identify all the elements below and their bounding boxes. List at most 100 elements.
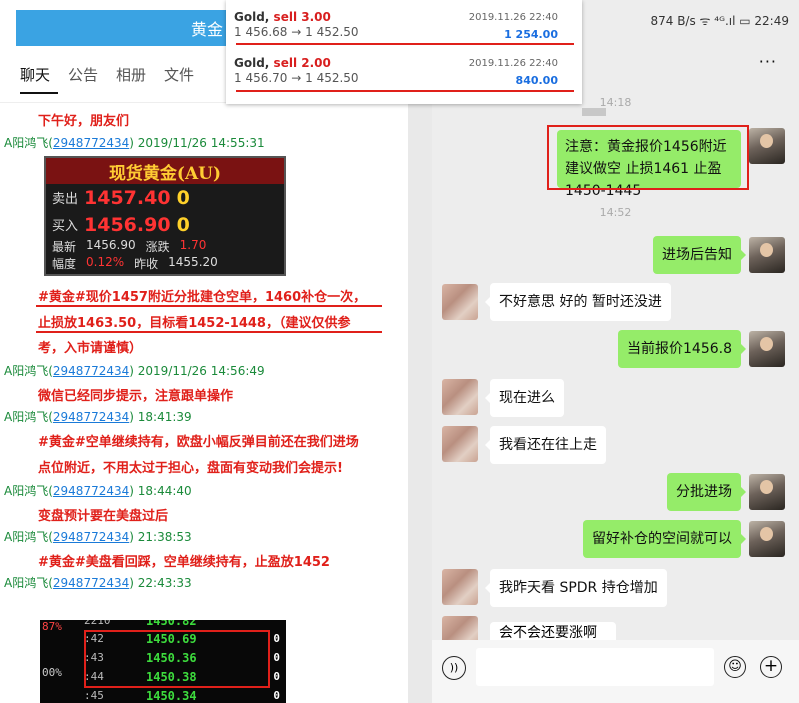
sender-qq-link[interactable]: 2948772434 <box>53 136 129 150</box>
quote-title: 现货黄金(AU) <box>46 158 284 184</box>
message-time: 2019/11/26 14:56:49 <box>137 364 265 378</box>
avatar[interactable] <box>442 379 478 415</box>
wechat-chat-panel: 874 B/s ᯤ ⁴ᴳ.ıl ▭ 22:49 ··· 14:18 注意：黄金报… <box>432 0 799 703</box>
avatar[interactable] <box>749 521 785 557</box>
input-bar: )) ☺ + <box>432 640 799 703</box>
message-text: 止损放1463.50，目标看1452-1448，（建议仅供参 <box>38 316 351 331</box>
trade-date: 2019.11.26 22:40 <box>468 58 558 69</box>
trade-asset: Gold <box>234 10 265 24</box>
chat-bubble-them: 现在进么 <box>485 379 564 417</box>
trade-date: 2019.11.26 22:40 <box>468 12 558 23</box>
trade-action: sell 2.00 <box>273 56 331 70</box>
message-text: 下午好，朋友们 <box>38 114 130 129</box>
message-text: 考，入市请谨慎） <box>38 341 143 356</box>
emoji-icon[interactable]: ☺ <box>724 656 746 678</box>
message-time: 22:43:33 <box>137 576 192 590</box>
avatar[interactable] <box>749 474 785 510</box>
highlight-box <box>547 125 749 190</box>
buy-label: 买入 <box>52 219 79 234</box>
buy-value: 1456.90 <box>84 213 171 236</box>
sender-qq-link[interactable]: 2948772434 <box>53 484 129 498</box>
chat-bubble-them: 我看还在往上走 <box>485 426 606 464</box>
tick-time: 2210 <box>84 620 111 627</box>
latest-value: 1456.90 <box>86 238 136 252</box>
message-meta: A阳鸿飞(2948772434) 2019/11/26 14:55:31 <box>4 136 265 150</box>
sender-name: A阳鸿飞 <box>4 410 49 424</box>
change-value: 1.70 <box>179 238 207 252</box>
chat-title-bar: 黄金 <box>16 10 231 46</box>
sender-name: A阳鸿飞 <box>4 484 49 498</box>
message-time: 2019/11/26 14:55:31 <box>137 136 265 150</box>
trade-item[interactable]: Gold, sell 2.00 1 456.70 → 1 452.50 2019… <box>234 56 574 87</box>
tick-row: :45 1450.34 0 <box>40 689 286 703</box>
tick-vol: 0 <box>273 670 280 683</box>
chat-bubble-me: 当前报价1456.8 <box>618 330 746 368</box>
sender-qq-link[interactable]: 2948772434 <box>53 410 129 424</box>
red-underline <box>36 305 382 307</box>
tick-vol: 0 <box>273 651 280 664</box>
avatar[interactable] <box>749 331 785 367</box>
tick-vol: 0 <box>273 689 280 702</box>
amp-label: 幅度 <box>52 257 77 271</box>
message-meta: A阳鸿飞(2948772434) 21:38:53 <box>4 530 192 544</box>
trade-profit: 840.00 <box>515 74 558 87</box>
message-time: 18:44:40 <box>137 484 192 498</box>
prev-value: 1455.20 <box>168 255 218 269</box>
chat-tabs: 聊天 公告 相册 文件 <box>20 64 194 85</box>
plus-icon[interactable]: + <box>760 656 782 678</box>
avatar[interactable] <box>442 426 478 462</box>
sell-value: 1457.40 <box>84 186 171 209</box>
tick-row: 2210 1450.82 <box>40 620 286 630</box>
trade-action: sell 3.00 <box>273 10 331 24</box>
chat-bubble-me: 留好补仓的空间就可以 <box>583 520 746 558</box>
chat-bubble-them: 我昨天看 SPDR 持仓增加 <box>485 569 667 607</box>
chat-title: 黄金 <box>190 20 223 39</box>
panel-divider <box>408 0 432 703</box>
quote-buy-row: 买入 1456.90 0 <box>46 211 284 238</box>
change-label: 涨跌 <box>145 240 170 254</box>
avatar[interactable] <box>749 128 785 164</box>
message-time: 21:38:53 <box>137 530 192 544</box>
red-underline <box>236 43 574 45</box>
message-text: 微信已经同步提示，注意跟单操作 <box>38 389 234 404</box>
quote-amp-row: 幅度 0.12% 昨收 1455.20 <box>46 255 284 272</box>
sell-small: 0 <box>176 186 190 209</box>
sender-qq-link[interactable]: 2948772434 <box>53 576 129 590</box>
quote-latest-row: 最新 1456.90 涨跌 1.70 <box>46 238 284 255</box>
sender-name: A阳鸿飞 <box>4 576 49 590</box>
tick-vol: 0 <box>273 632 280 645</box>
sell-label: 卖出 <box>52 192 79 207</box>
message-meta: A阳鸿飞(2948772434) 18:44:40 <box>4 484 192 498</box>
message-meta: A阳鸿飞(2948772434) 18:41:39 <box>4 410 192 424</box>
active-tab-indicator <box>20 92 58 94</box>
trade-item[interactable]: Gold, sell 3.00 1 456.68 → 1 452.50 2019… <box>234 10 574 41</box>
message-meta: A阳鸿飞(2948772434) 2019/11/26 14:56:49 <box>4 364 265 378</box>
voice-icon[interactable]: )) <box>442 656 466 680</box>
message-input[interactable] <box>476 648 714 686</box>
red-underline <box>36 331 382 333</box>
more-icon[interactable]: ··· <box>759 52 777 71</box>
tab-chat[interactable]: 聊天 <box>20 64 50 85</box>
message-text: #黄金#空单继续持有，欧盘小幅反弹目前还在我们进场 <box>38 435 359 450</box>
tick-price: 1450.34 <box>146 689 197 703</box>
tab-files[interactable]: 文件 <box>164 64 194 85</box>
message-text: 变盘预计要在美盘过后 <box>38 509 169 524</box>
buy-small: 0 <box>176 213 190 236</box>
chat-bubble-me: 进场后告知 <box>653 236 746 274</box>
amp-value: 0.12% <box>86 255 125 269</box>
avatar[interactable] <box>442 284 478 320</box>
sender-qq-link[interactable]: 2948772434 <box>53 364 129 378</box>
chat-bubble-them: 会不会还要涨啊 <box>490 622 616 640</box>
sender-qq-link[interactable]: 2948772434 <box>53 530 129 544</box>
message-text: #黄金#美盘看回踩，空单继续持有，止盈放1452 <box>38 555 330 570</box>
tab-album[interactable]: 相册 <box>116 64 146 85</box>
gold-quote-image[interactable]: 现货黄金(AU) 卖出 1457.40 0 买入 1456.90 0 最新 1456.90… <box>44 156 286 276</box>
prev-label: 昨收 <box>134 257 159 271</box>
avatar[interactable] <box>749 237 785 273</box>
message-time: 18:41:39 <box>137 410 192 424</box>
avatar[interactable] <box>442 569 478 605</box>
sender-name: A阳鸿飞 <box>4 530 49 544</box>
trade-profit: 1 254.00 <box>504 28 558 41</box>
tab-announcement[interactable]: 公告 <box>68 64 98 85</box>
sender-name: A阳鸿飞 <box>4 136 49 150</box>
